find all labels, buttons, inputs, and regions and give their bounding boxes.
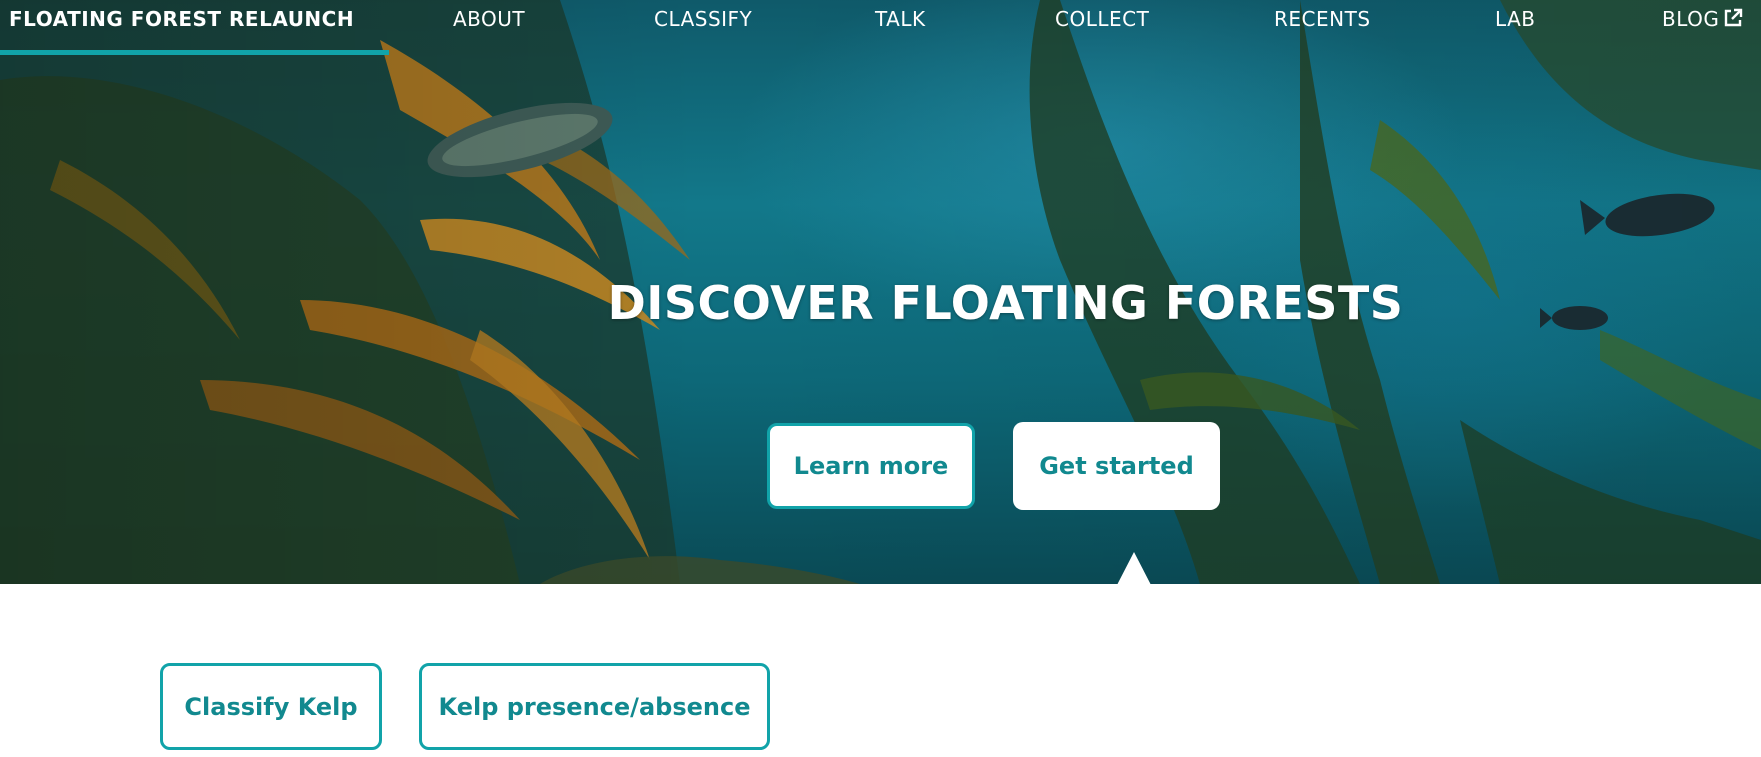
learn-more-button[interactable]: Learn more <box>767 423 975 509</box>
nav-link-collect[interactable]: COLLECT <box>1055 7 1149 31</box>
top-navigation: FLOATING FOREST RELAUNCH ABOUT CLASSIFY … <box>0 0 1761 55</box>
brand-title[interactable]: FLOATING FOREST RELAUNCH <box>9 7 354 31</box>
nav-link-talk[interactable]: TALK <box>875 7 926 31</box>
nav-link-recents[interactable]: RECENTS <box>1274 7 1371 31</box>
external-link-icon <box>1725 8 1743 27</box>
nav-link-classify[interactable]: CLASSIFY <box>654 7 752 31</box>
get-started-pointer <box>1117 552 1151 585</box>
nav-link-blog-label: BLOG <box>1662 7 1720 31</box>
kelp-presence-absence-button[interactable]: Kelp presence/absence <box>419 663 770 750</box>
classify-kelp-button[interactable]: Classify Kelp <box>160 663 382 750</box>
nav-link-lab[interactable]: LAB <box>1495 7 1536 31</box>
nav-link-about[interactable]: ABOUT <box>453 7 525 31</box>
get-started-button[interactable]: Get started <box>1013 422 1220 510</box>
hero-title: DISCOVER FLOATING FORESTS <box>607 276 1404 330</box>
active-nav-indicator <box>0 50 389 55</box>
nav-link-blog[interactable]: BLOG <box>1662 7 1743 31</box>
